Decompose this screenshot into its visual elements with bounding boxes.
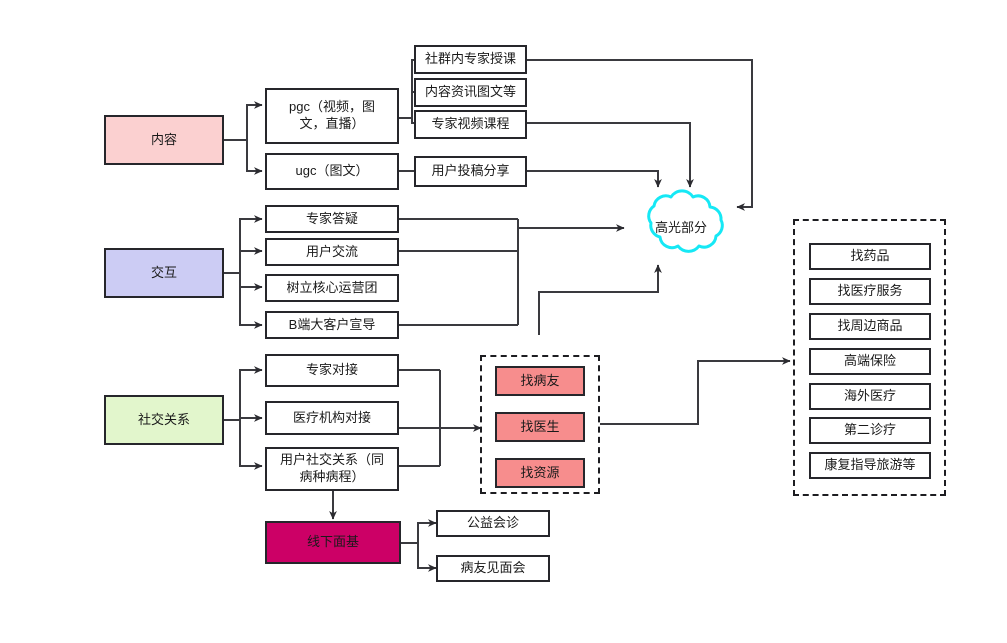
node-b-side-promotion[interactable]: B端大客户宣导 bbox=[265, 311, 399, 339]
node-core-operation-team-label: 树立核心运营团 bbox=[286, 279, 378, 295]
edge-content-ugc bbox=[246, 140, 263, 175]
node-content-label: 内容 bbox=[150, 131, 177, 147]
node-ugc[interactable]: ugc（图文） bbox=[265, 153, 399, 190]
edge-video-cloud bbox=[527, 122, 694, 188]
node-find-doctor[interactable]: 找医生 bbox=[495, 412, 585, 442]
diagram-canvas: 内容 交互 社交关系 pgc（视频，图 文，直播） ugc（图文） 社群内专家授… bbox=[0, 0, 1007, 643]
node-find-around-goods-label: 找周边商品 bbox=[837, 318, 903, 334]
node-offline-meetup[interactable]: 线下面基 bbox=[265, 521, 401, 564]
node-content[interactable]: 内容 bbox=[104, 115, 224, 165]
edge-offline-meetup bbox=[417, 543, 437, 572]
node-rehab-travel-label: 康复指导旅游等 bbox=[824, 457, 916, 473]
node-user-submission[interactable]: 用户投稿分享 bbox=[414, 156, 527, 187]
node-find-doctor-label: 找医生 bbox=[520, 418, 560, 434]
edge-interaction-team bbox=[239, 273, 263, 291]
node-find-around-goods[interactable]: 找周边商品 bbox=[809, 313, 931, 340]
node-content-info[interactable]: 内容资讯图文等 bbox=[414, 78, 527, 107]
node-content-info-label: 内容资讯图文等 bbox=[424, 84, 516, 100]
edge-offline-clinic bbox=[417, 519, 437, 543]
node-user-communication-label: 用户交流 bbox=[305, 243, 358, 259]
node-pgc[interactable]: pgc（视频，图 文，直播） bbox=[265, 88, 399, 144]
node-expert-connection[interactable]: 专家对接 bbox=[265, 354, 399, 387]
node-find-resource[interactable]: 找资源 bbox=[495, 458, 585, 488]
node-second-opinion[interactable]: 第二诊疗 bbox=[809, 417, 931, 444]
node-expert-connection-label: 专家对接 bbox=[305, 362, 358, 378]
node-interaction[interactable]: 交互 bbox=[104, 248, 224, 298]
node-find-drug[interactable]: 找药品 bbox=[809, 243, 931, 270]
node-medical-org-connection[interactable]: 医疗机构对接 bbox=[265, 401, 399, 435]
node-core-operation-team[interactable]: 树立核心运营团 bbox=[265, 274, 399, 302]
node-interaction-label: 交互 bbox=[150, 264, 177, 280]
node-public-clinic-label: 公益会诊 bbox=[466, 515, 519, 531]
node-expert-lecture[interactable]: 社群内专家授课 bbox=[414, 45, 527, 74]
node-pgc-label: pgc（视频，图 文，直播） bbox=[289, 99, 375, 131]
edge-findgroup-servicegroup bbox=[600, 357, 791, 425]
node-ugc-label: ugc（图文） bbox=[295, 163, 369, 179]
edge-extra-cloud-bottom bbox=[538, 264, 662, 335]
node-expert-lecture-label: 社群内专家授课 bbox=[424, 51, 516, 67]
node-public-clinic[interactable]: 公益会诊 bbox=[436, 510, 550, 537]
node-social-relations[interactable]: 社交关系 bbox=[104, 395, 224, 445]
edge-social-expert bbox=[239, 366, 263, 420]
node-expert-qa[interactable]: 专家答疑 bbox=[265, 205, 399, 233]
node-offline-meetup-label: 线下面基 bbox=[306, 534, 359, 550]
cloud-highlight[interactable]: 高光部分 bbox=[624, 186, 738, 266]
node-find-drug-label: 找药品 bbox=[850, 248, 890, 264]
node-overseas-medical-label: 海外医疗 bbox=[843, 388, 896, 404]
node-expert-video[interactable]: 专家视频课程 bbox=[414, 110, 527, 139]
node-user-submission-label: 用户投稿分享 bbox=[431, 163, 510, 179]
node-b-side-promotion-label: B端大客户宣导 bbox=[288, 316, 376, 332]
edge-submit-cloud bbox=[527, 170, 662, 188]
node-find-patient[interactable]: 找病友 bbox=[495, 366, 585, 396]
edge-content-pgc bbox=[246, 101, 263, 140]
cloud-highlight-label: 高光部分 bbox=[654, 219, 707, 235]
node-high-end-insurance[interactable]: 高端保险 bbox=[809, 348, 931, 375]
node-patient-meetup[interactable]: 病友见面会 bbox=[436, 555, 550, 582]
node-user-social-relations[interactable]: 用户社交关系（同 病种病程） bbox=[265, 447, 399, 491]
node-find-medical-service[interactable]: 找医疗服务 bbox=[809, 278, 931, 305]
edge-interaction-bside bbox=[239, 273, 263, 329]
edge-interaction-comm bbox=[239, 247, 263, 273]
node-expert-qa-label: 专家答疑 bbox=[305, 210, 358, 226]
node-second-opinion-label: 第二诊疗 bbox=[843, 422, 896, 438]
edge-social-user bbox=[239, 420, 263, 470]
node-expert-video-label: 专家视频课程 bbox=[431, 116, 510, 132]
node-social-relations-label: 社交关系 bbox=[137, 411, 190, 427]
node-high-end-insurance-label: 高端保险 bbox=[843, 353, 896, 369]
node-find-medical-service-label: 找医疗服务 bbox=[837, 283, 903, 299]
node-medical-org-connection-label: 医疗机构对接 bbox=[292, 409, 371, 425]
node-find-patient-label: 找病友 bbox=[520, 372, 560, 388]
edge-lecture-cloud bbox=[527, 59, 753, 211]
node-find-resource-label: 找资源 bbox=[520, 464, 560, 480]
node-rehab-travel[interactable]: 康复指导旅游等 bbox=[809, 452, 931, 479]
node-user-social-relations-label: 用户社交关系（同 病种病程） bbox=[279, 452, 384, 484]
node-user-communication[interactable]: 用户交流 bbox=[265, 238, 399, 266]
node-overseas-medical[interactable]: 海外医疗 bbox=[809, 383, 931, 410]
node-patient-meetup-label: 病友见面会 bbox=[460, 560, 526, 576]
edge-interaction-qa bbox=[239, 215, 263, 273]
edge-social-org bbox=[239, 414, 263, 422]
